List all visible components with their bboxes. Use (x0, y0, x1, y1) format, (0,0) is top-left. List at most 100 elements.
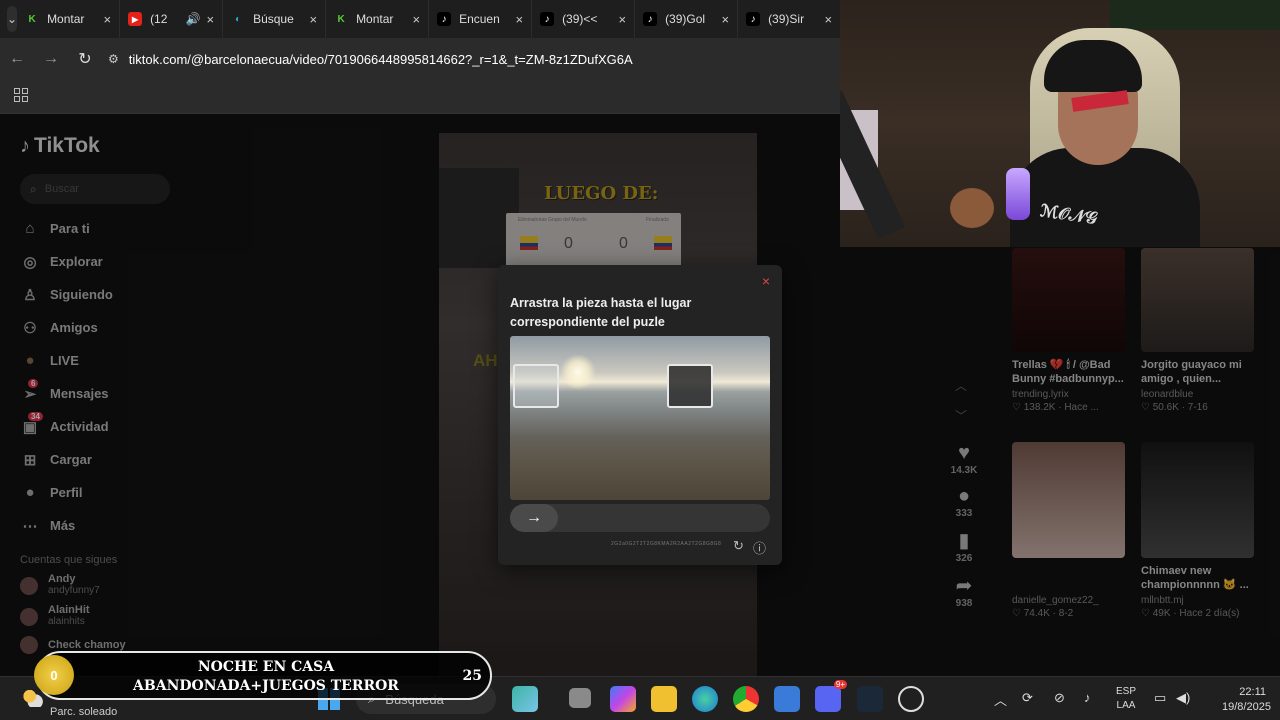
store-icon[interactable] (774, 686, 800, 712)
action-heart[interactable]: ♥ 14.3K (944, 442, 984, 476)
following-account[interactable]: AlainHit alainhits (20, 605, 200, 628)
clock-time: 22:11 (1239, 686, 1266, 698)
video-thumbnail[interactable] (1141, 248, 1254, 352)
sidebar-item-label: Para ti (50, 221, 90, 236)
forward-icon[interactable]: → (34, 50, 68, 68)
sidebar-item-label: Explorar (50, 254, 103, 269)
back-icon[interactable]: ← (0, 50, 34, 68)
suggested-video[interactable]: Jorgito guayaco mi amigo , quien... leona… (1141, 248, 1254, 413)
score-header: Eliminatorias Grupo del Mundo (518, 217, 587, 223)
next-video-icon[interactable]: ﹀ (955, 407, 967, 424)
file-explorer-icon[interactable] (651, 686, 677, 712)
close-tab-icon[interactable]: × (412, 12, 420, 27)
friends-icon: ⚇ (23, 319, 37, 337)
video-thumbnail[interactable] (1012, 442, 1125, 558)
account-handle: andyfunny7 (48, 585, 100, 596)
sidebar-item-live[interactable]: ● LIVE (20, 344, 200, 377)
close-tab-icon[interactable]: × (206, 12, 214, 27)
chrome-icon[interactable] (733, 686, 759, 712)
obs-icon[interactable] (898, 686, 924, 712)
close-tab-icon[interactable]: × (721, 12, 729, 27)
steam-icon[interactable] (857, 686, 883, 712)
puzzle-piece[interactable] (513, 364, 559, 408)
captcha-puzzle-image (510, 336, 770, 500)
more-icon: ⋯ (22, 517, 38, 535)
close-tab-icon[interactable]: × (309, 12, 317, 27)
apps-grid-icon[interactable] (14, 88, 28, 102)
browser-tab[interactable]: K Montar × (326, 0, 430, 38)
site-info-icon[interactable]: ⚙ (108, 52, 119, 66)
prev-video-icon[interactable]: ︿ (955, 377, 967, 394)
refresh-icon[interactable]: ↻ (733, 538, 744, 554)
address-bar[interactable]: ⚙ tiktok.com/@barcelonaecua/video/701906… (108, 44, 828, 74)
sidebar-item-explorar[interactable]: ◎ Explorar (20, 245, 200, 278)
close-tab-icon[interactable]: × (515, 12, 523, 27)
sidebar-item-actividad[interactable]: ▣ 34 Actividad (20, 410, 200, 443)
display-icon[interactable]: ▭ (1154, 690, 1166, 706)
discord-icon[interactable]: 9+ (815, 680, 847, 712)
suggested-video[interactable]: danielle_gomez22_ ♡ 74.4K · 8-2 (1012, 442, 1125, 619)
share-icon: ➦ (955, 575, 973, 597)
sidebar-item-label: Actividad (50, 419, 109, 434)
close-tab-icon[interactable]: × (824, 12, 832, 27)
streamer-hand (950, 188, 994, 228)
tray-overflow-icon[interactable]: ︿ (994, 690, 1007, 709)
sidebar-item-más[interactable]: ⋯ Más (20, 509, 200, 542)
video-scorecard: Eliminatorias Grupo del Mundo Finalizado… (506, 213, 681, 267)
browser-tab[interactable]: ♪ Encuen × (429, 0, 533, 38)
browser-tab[interactable]: ♪ (39)<< × (532, 0, 636, 38)
url-text: tiktok.com/@barcelonaecua/video/70190664… (128, 51, 633, 67)
sidebar-item-cargar[interactable]: ⊞ Cargar (20, 443, 200, 476)
search-input[interactable]: ⌕ Buscar (20, 174, 170, 204)
tab-search-menu-button[interactable]: ⌄ (7, 6, 18, 32)
action-bookmark[interactable]: ▮ 326 (944, 528, 984, 564)
browser-tab[interactable]: ◐ Búsque × (223, 0, 327, 38)
copilot-icon[interactable] (610, 686, 636, 712)
browser-tab[interactable]: ▶ (12 🔊 × (120, 0, 224, 38)
action-comment[interactable]: ● 333 (944, 485, 984, 519)
tiktok-logo-text: TikTok (34, 134, 100, 157)
sidebar-item-para-ti[interactable]: ⌂ Para ti (20, 212, 200, 245)
sidebar-item-amigos[interactable]: ⚇ Amigos (20, 311, 200, 344)
microphone-icon[interactable]: ♪ (1084, 690, 1091, 705)
webcam-overlay: ℳ𝒪𝒩𝒢 (840, 0, 1280, 247)
video-thumbnail[interactable] (1141, 442, 1254, 558)
sidebar-item-label: Cargar (50, 452, 92, 467)
action-share[interactable]: ➦ 938 (944, 573, 984, 609)
browser-tab[interactable]: ♪ (39)Sir × (738, 0, 842, 38)
widgets-icon[interactable] (512, 686, 538, 712)
sidebar-item-mensajes[interactable]: ➢ 6 Mensajes (20, 377, 200, 410)
k-logo-icon: K (337, 13, 345, 25)
sun (560, 354, 596, 390)
live-icon: ● (25, 352, 35, 369)
video-thumbnail[interactable] (1012, 248, 1125, 352)
language-indicator[interactable]: ESP LAA (1116, 685, 1136, 713)
sidebar-item-siguiendo[interactable]: ♙ Siguiendo (20, 278, 200, 311)
score-right: 0 (619, 235, 628, 252)
tiktok-logo[interactable]: ♪ TikTok (20, 134, 200, 158)
sidebar-item-perfil[interactable]: ● Perfil (20, 476, 200, 509)
reload-icon[interactable]: ↻ (68, 49, 102, 69)
suggested-video[interactable]: Trellas 💔 🕯 / @Bad Bunny #badbunnyp... tr… (1012, 248, 1125, 413)
close-icon[interactable]: × (762, 273, 770, 289)
clock[interactable]: 22:11 19/8/2025 (1222, 685, 1271, 715)
close-tab-icon[interactable]: × (103, 12, 111, 27)
heart-icon: ♥ (958, 442, 970, 464)
close-tab-icon[interactable]: × (618, 12, 626, 27)
slider-knob[interactable]: → (510, 504, 558, 532)
task-view-icon[interactable] (569, 688, 591, 708)
action-count: 14.3K (950, 465, 978, 476)
sync-icon[interactable]: ⟳ (1022, 690, 1033, 706)
avatar (20, 636, 38, 654)
captcha-slider-track[interactable]: → (510, 504, 770, 532)
info-icon[interactable]: ⓘ (753, 538, 766, 557)
following-account[interactable]: Andy andyfunny7 (20, 574, 200, 597)
tab-title: (39)Sir (768, 12, 805, 26)
browser-tab[interactable]: K Montar × (17, 0, 121, 38)
volume-icon[interactable]: ◀) (1176, 690, 1190, 706)
network-off-icon[interactable]: ⊘ (1054, 690, 1065, 706)
edge-icon[interactable] (692, 686, 718, 712)
suggested-video[interactable]: Chimaev new championnnnn 🐱 ... mllnbtt.mj… (1141, 442, 1254, 619)
upload-icon: ⊞ (23, 451, 37, 469)
browser-tab[interactable]: ♪ (39)Gol × (635, 0, 739, 38)
